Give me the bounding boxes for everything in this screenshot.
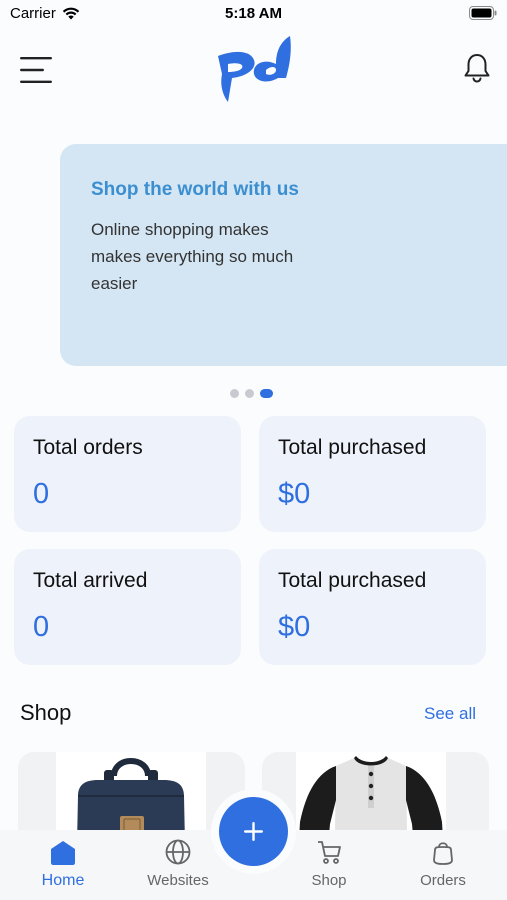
stat-value: 0 (33, 478, 50, 510)
plus-icon (244, 822, 263, 841)
status-bar: Carrier 5:18 AM (0, 0, 507, 30)
stat-card-total-arrived: Total arrived 0 (14, 549, 241, 665)
home-icon (51, 841, 75, 865)
carousel-dot-active[interactable] (260, 389, 273, 398)
globe-icon (165, 839, 191, 865)
hamburger-menu-icon[interactable] (20, 56, 52, 84)
banner-text: Online shopping makes makes everything s… (91, 220, 294, 293)
stat-card-total-orders: Total orders 0 (14, 416, 241, 532)
stat-label: Total purchased (278, 569, 427, 592)
bag-icon (433, 842, 453, 865)
stat-value: 0 (33, 611, 50, 643)
stat-label: Total purchased (278, 436, 427, 459)
stat-card-total-purchased: Total purchased $0 (259, 416, 486, 532)
tab-orders[interactable]: Orders (393, 838, 493, 889)
status-time: 5:18 AM (225, 5, 282, 22)
battery-icon (469, 6, 497, 20)
tab-home[interactable]: Home (13, 838, 113, 890)
tab-label: Websites (147, 872, 209, 889)
tab-label: Orders (420, 872, 466, 889)
tab-label: Home (41, 872, 85, 889)
carousel-dot[interactable] (230, 389, 239, 398)
tab-label: Shop (311, 872, 347, 889)
banner-title: Shop the world with us (91, 179, 299, 200)
carousel-indicator (230, 389, 273, 398)
promo-banner[interactable]: Shop the world with us Online shopping m… (60, 144, 507, 366)
stat-card-total-purchased-2: Total purchased $0 (259, 549, 486, 665)
app-header (0, 30, 507, 110)
tab-websites[interactable]: Websites (128, 838, 228, 889)
tab-shop[interactable]: Shop (279, 838, 379, 889)
stat-label: Total orders (33, 436, 143, 459)
stat-value: $0 (278, 611, 311, 643)
stat-label: Total arrived (33, 569, 148, 592)
bell-icon[interactable] (463, 52, 491, 84)
stat-value: $0 (278, 478, 311, 510)
see-all-link[interactable]: See all (424, 704, 476, 724)
cart-icon (318, 841, 341, 864)
add-button[interactable] (219, 797, 288, 866)
shop-section-title: Shop (20, 700, 72, 725)
pd-logo (218, 36, 291, 102)
carousel-dot[interactable] (245, 389, 254, 398)
